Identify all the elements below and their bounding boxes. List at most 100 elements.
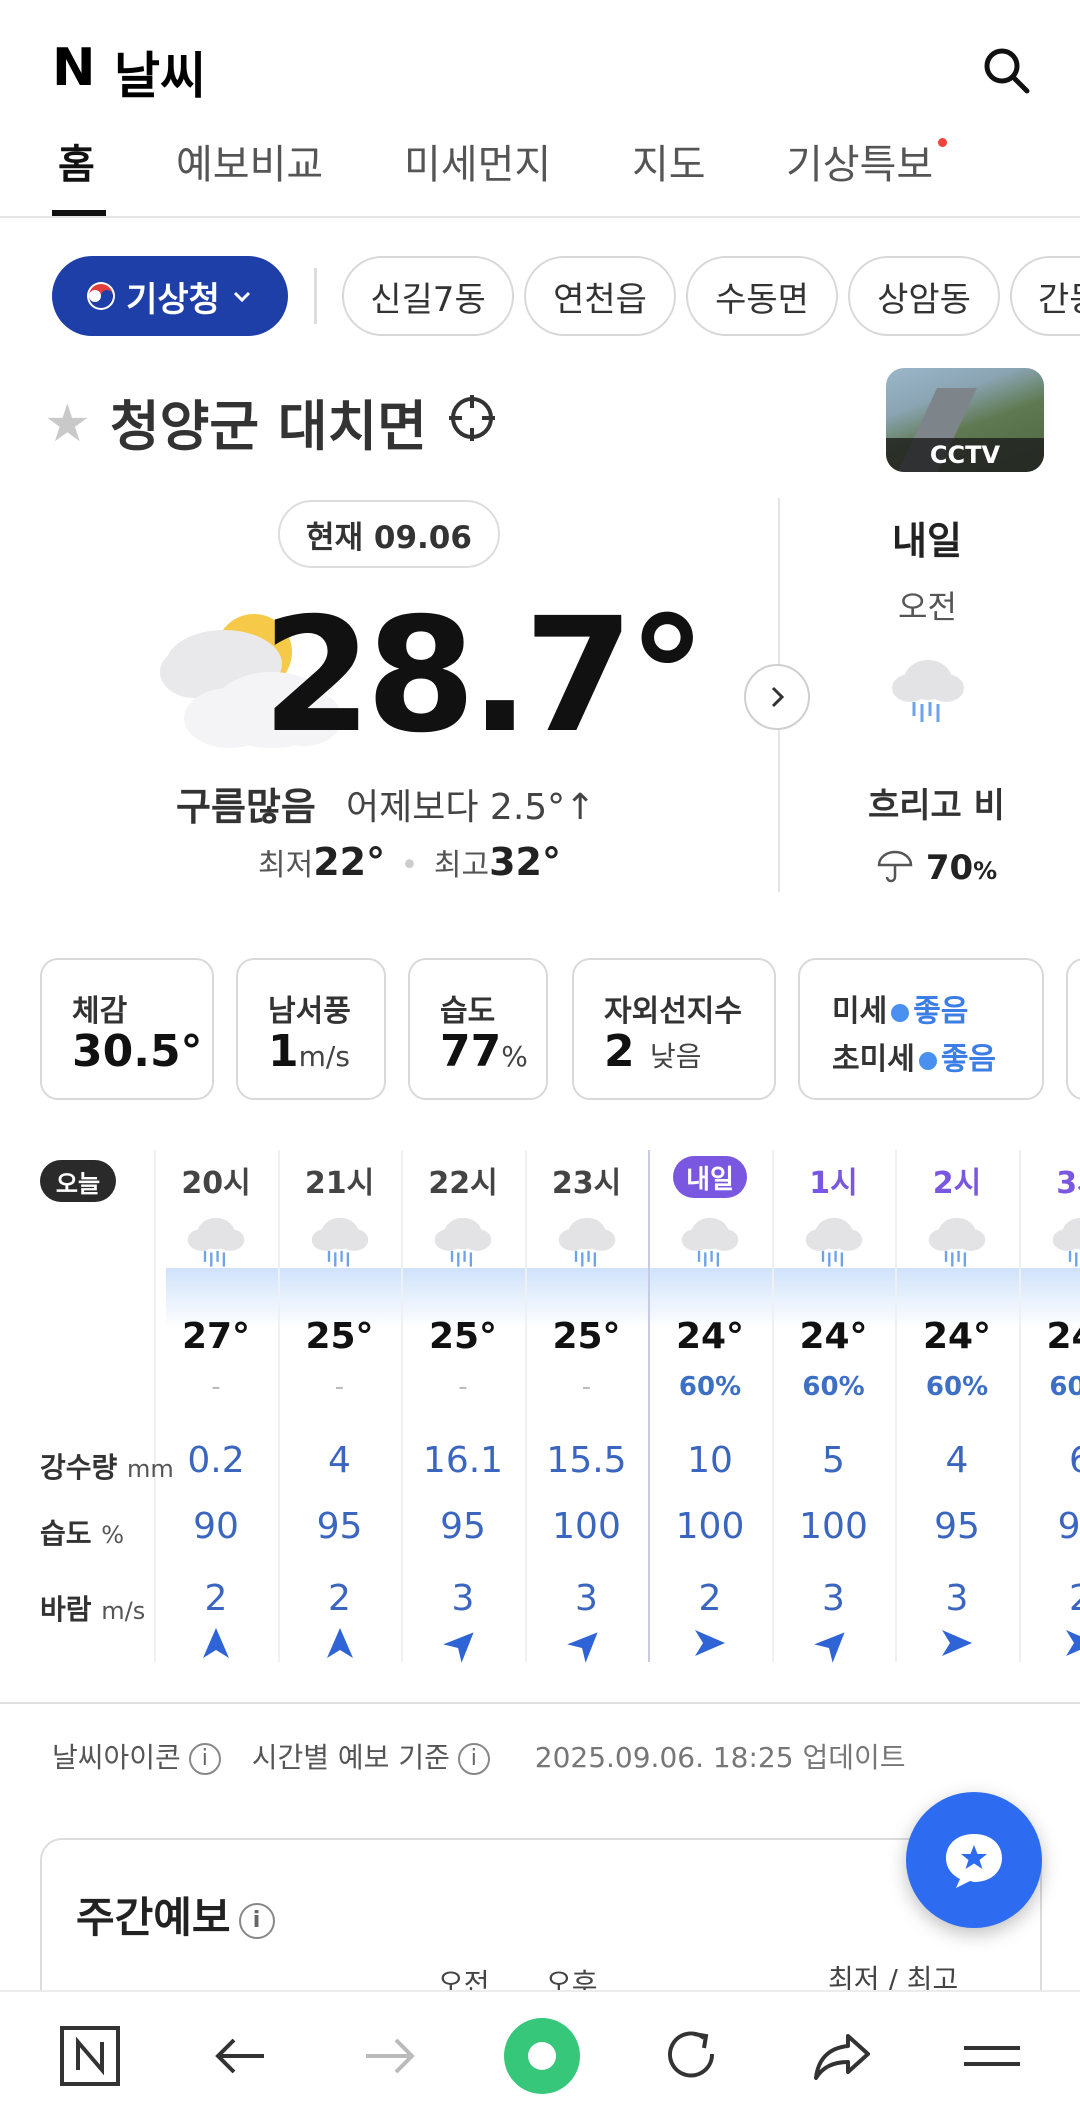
weather-icon-guide[interactable]: 날씨아이콘 [52, 1741, 181, 1774]
today-label: 오늘 [40, 1160, 116, 1202]
wind-direction-icon [695, 1630, 725, 1656]
naver-home-icon[interactable] [58, 2024, 122, 2088]
naver-logo[interactable]: N [52, 38, 96, 98]
kma-logo-icon [87, 282, 116, 310]
hour-wind-speed: 2 [328, 1578, 351, 1619]
wind-direction-icon [1065, 1630, 1080, 1656]
tab-forecast-compare[interactable]: 예보비교 [176, 132, 323, 190]
hour-label: 20시 [181, 1166, 251, 1201]
hour-column-divider [771, 1150, 774, 1662]
menu-icon[interactable] [960, 2024, 1024, 2088]
current-temperature: 28.7° [262, 584, 707, 768]
rain-icon [805, 1217, 862, 1267]
hour-humidity: 90 [193, 1506, 239, 1547]
tab-fine-dust[interactable]: 미세먼지 [404, 132, 551, 190]
temp-compare-yesterday: 어제보다 2.5°↑ [346, 787, 596, 828]
source-label: 기상청 [126, 279, 220, 320]
hour-humidity: 100 [799, 1506, 868, 1547]
location-chip[interactable]: 수동면 [686, 256, 838, 336]
hour-label: 22시 [428, 1166, 498, 1201]
hour-rain-prob: - [211, 1372, 221, 1402]
dust-card[interactable]: 미세 좋음 초미세 좋음 [798, 958, 1044, 1100]
wind-card[interactable]: 남서풍 1m/s [236, 958, 386, 1100]
hour-label: 2시 [932, 1166, 982, 1201]
min-temp: 22° [313, 840, 386, 884]
weekly-title: 주간예보 i [76, 1884, 283, 1945]
tab-map[interactable]: 지도 [632, 132, 706, 190]
wind-direction-icon [443, 1632, 474, 1663]
tab-weather-alert[interactable]: 기상특보 [786, 132, 933, 190]
humidity-label: 습도 [440, 994, 496, 1029]
location-chip[interactable]: 상암동 [848, 256, 1000, 336]
hour-rain-amount: 0.2 [187, 1440, 245, 1481]
rain-icon [558, 1217, 615, 1267]
main-tabs: 홈 예보비교 미세먼지 지도 기상특보 [0, 120, 1080, 218]
wind-direction-icon [813, 1632, 845, 1663]
alert-dot [938, 138, 947, 147]
umbrella-icon [877, 850, 913, 883]
tomorrow-hour-pill: 내일 [673, 1156, 747, 1198]
tomorrow-period: 오전 [898, 588, 957, 626]
hour-rain-prob: - [334, 1372, 345, 1402]
uv-level: 낮음 [649, 1040, 702, 1073]
next-forecast-button[interactable] [744, 664, 810, 730]
hour-label: 23시 [551, 1166, 622, 1201]
hour-wind-speed: 2 [698, 1578, 722, 1619]
next-info-card[interactable] [1066, 958, 1080, 1100]
humidity-card[interactable]: 습도 77% [408, 958, 548, 1100]
forecast-basis[interactable]: 시간별 예보 기준 [252, 1741, 450, 1774]
hour-column-divider [524, 1150, 527, 1662]
wind-label: 남서풍 [268, 994, 351, 1029]
tomorrow-rain-unit: % [973, 857, 998, 885]
chevron-down-icon [233, 291, 250, 303]
hour-temp: 24° [922, 1316, 992, 1357]
info-icon[interactable]: i [457, 1743, 490, 1775]
share-icon[interactable] [810, 2024, 874, 2088]
search-icon[interactable] [980, 44, 1032, 96]
feels-like-card[interactable]: 체감 30.5° [40, 958, 214, 1100]
location-chip[interactable]: 간동 [1010, 256, 1080, 336]
hour-wind-speed: 3 [451, 1578, 475, 1619]
hour-column-divider [1018, 1150, 1021, 1662]
back-arrow-icon[interactable] [208, 2024, 272, 2088]
wind-unit: m/s [298, 1040, 350, 1073]
tomorrow-condition: 흐리고 비 [868, 786, 1005, 826]
rain-icon [681, 1217, 739, 1267]
wind-direction-icon [203, 1628, 229, 1658]
section-divider [0, 1702, 1080, 1704]
hour-rain-amount: 16.1 [422, 1440, 504, 1481]
hour-rain-prob: - [581, 1372, 592, 1402]
chevron-right-icon [771, 686, 785, 708]
hour-rain-prob: 60% [802, 1372, 865, 1402]
rain-icon [892, 660, 964, 722]
chat-fab-button[interactable] [906, 1792, 1042, 1928]
favorite-star-icon[interactable]: ★ [44, 394, 91, 454]
wind-direction-icon [326, 1628, 353, 1658]
green-dot-icon[interactable] [502, 2016, 582, 2096]
forward-arrow-icon[interactable] [358, 2024, 422, 2088]
hour-column-divider [401, 1150, 404, 1662]
cctv-thumbnail[interactable]: CCTV [886, 368, 1044, 472]
refresh-icon[interactable] [660, 2024, 724, 2088]
feels-like-value: 30.5° [72, 1026, 203, 1077]
tomorrow-rain-value: 70 [925, 848, 974, 888]
tab-home[interactable]: 홈 [58, 132, 95, 190]
hour-humidity: 100 [552, 1506, 621, 1547]
uv-card[interactable]: 자외선지수 2 낮음 [572, 958, 776, 1100]
hour-rain-prob: 60% [925, 1372, 989, 1402]
forecast-footer: 날씨아이콘 i 시간별 예보 기준 i 2025.09.06. 18:25 업데이트 [52, 1736, 906, 1776]
uv-value: 2 [604, 1026, 635, 1077]
info-icon[interactable]: i [188, 1743, 221, 1775]
location-chip[interactable]: 연천읍 [524, 256, 676, 336]
source-selector-button[interactable]: 기상청 [52, 256, 288, 336]
current-condition: 구름많음 [176, 785, 316, 829]
rain-icon [434, 1217, 492, 1267]
location-chip[interactable]: 신길7동 [342, 256, 514, 336]
hour-rain-amount: 6 [1069, 1440, 1080, 1481]
info-icon[interactable]: i [238, 1902, 275, 1939]
current-location-icon[interactable] [446, 392, 498, 444]
hour-humidity: 95 [440, 1506, 486, 1547]
hour-humidity: 100 [675, 1506, 745, 1547]
hour-rain-amount: 15.5 [546, 1440, 627, 1481]
hour-column-divider [895, 1150, 898, 1662]
